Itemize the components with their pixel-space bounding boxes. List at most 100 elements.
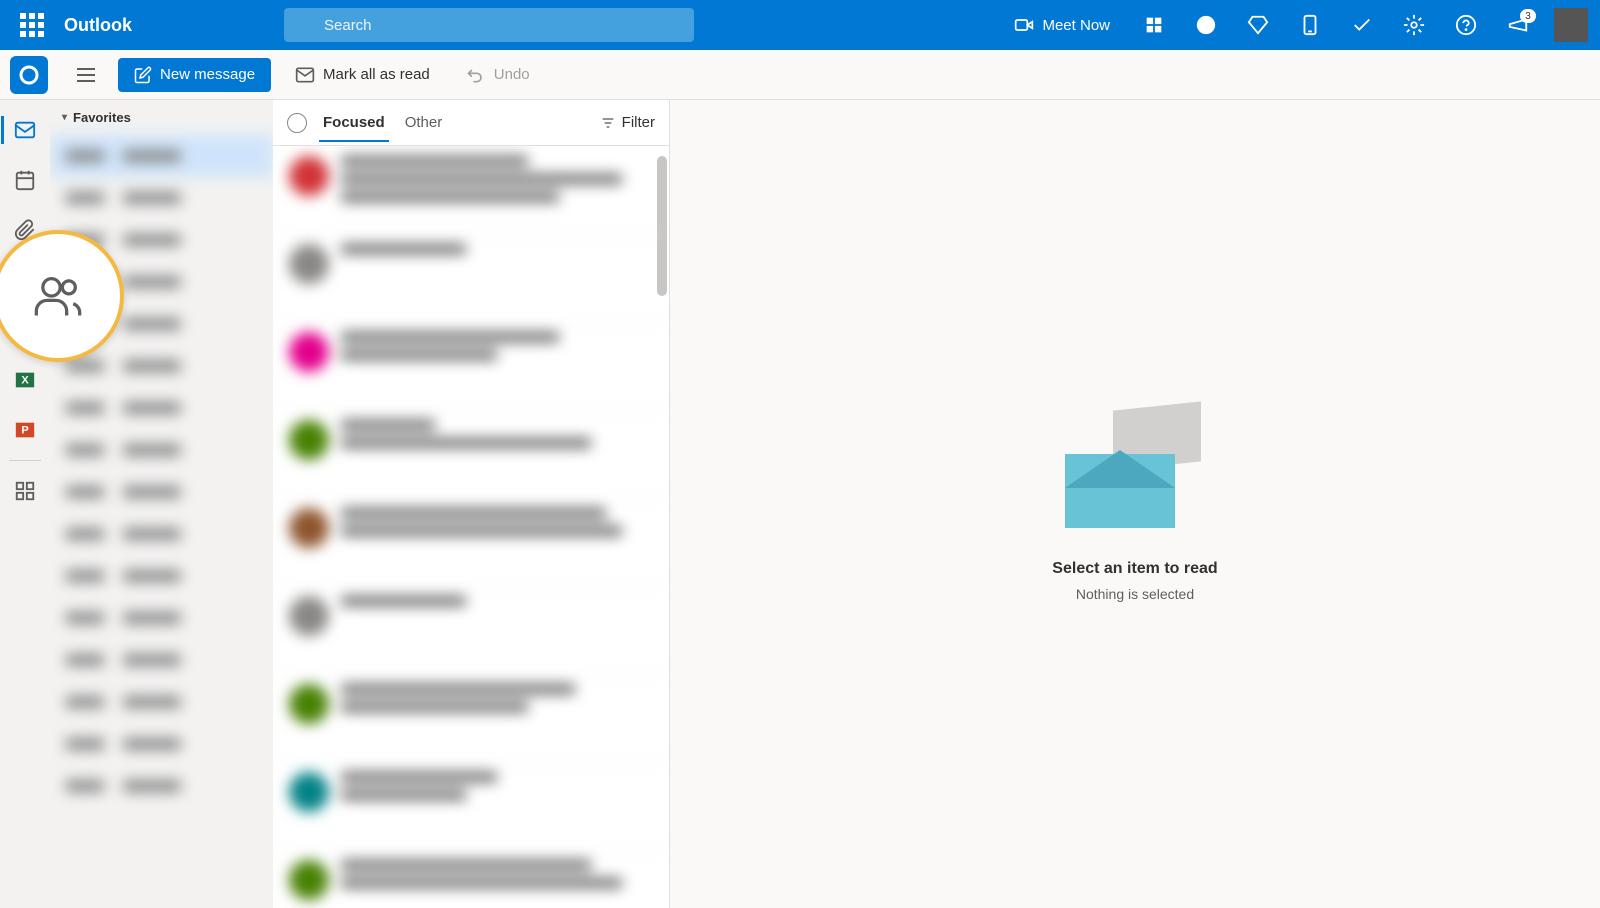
message-list-header: Focused Other Filter	[273, 100, 669, 146]
message-item[interactable]	[273, 146, 669, 234]
outlook-mobile-button[interactable]	[1286, 1, 1334, 49]
message-list-body[interactable]	[273, 146, 669, 908]
sender-avatar	[289, 508, 329, 548]
folder-item[interactable]	[50, 639, 273, 681]
help-button[interactable]	[1442, 1, 1490, 49]
folder-pane: ▾ Favorites	[50, 100, 273, 908]
empty-state-illustration	[1065, 406, 1205, 536]
rail-powerpoint[interactable]: P	[1, 406, 49, 454]
video-icon	[1014, 15, 1034, 35]
envelope-open-icon	[295, 65, 315, 85]
app-launcher-button[interactable]	[8, 1, 56, 49]
mail-icon	[14, 119, 36, 141]
message-item[interactable]	[273, 586, 669, 674]
sender-avatar	[289, 244, 329, 284]
folder-item[interactable]	[50, 513, 273, 555]
waffle-icon	[20, 13, 44, 37]
message-item[interactable]	[273, 234, 669, 322]
hamburger-icon	[77, 68, 95, 82]
diamond-icon	[1247, 14, 1269, 36]
favorites-label: Favorites	[73, 110, 131, 125]
sender-avatar	[289, 596, 329, 636]
main-layout: W X P	[0, 100, 1600, 908]
sender-avatar	[289, 772, 329, 812]
folder-item[interactable]	[50, 135, 273, 177]
undo-button[interactable]: Undo	[454, 59, 542, 91]
message-item[interactable]	[273, 674, 669, 762]
teams-icon	[1143, 14, 1165, 36]
search-input[interactable]	[284, 8, 694, 42]
app-header: Outlook Meet Now	[0, 0, 1600, 50]
sender-avatar	[289, 332, 329, 372]
left-navigation-rail: W X P	[0, 100, 50, 908]
undo-icon	[466, 65, 486, 85]
sender-avatar	[289, 860, 329, 900]
folder-item[interactable]	[50, 555, 273, 597]
settings-button[interactable]	[1390, 1, 1438, 49]
undo-label: Undo	[494, 66, 530, 83]
notification-badge: 3	[1520, 9, 1536, 23]
mobile-icon	[1299, 14, 1321, 36]
mark-all-read-button[interactable]: Mark all as read	[283, 59, 442, 91]
todo-button[interactable]	[1338, 1, 1386, 49]
rail-divider	[9, 460, 41, 461]
teams-button[interactable]	[1130, 1, 1178, 49]
svg-text:P: P	[21, 425, 28, 437]
compose-icon	[134, 66, 152, 84]
search-container	[284, 8, 694, 42]
outlook-logo	[10, 56, 48, 94]
skype-icon	[1195, 14, 1217, 36]
filter-icon	[600, 115, 616, 131]
tab-other[interactable]: Other	[401, 104, 447, 141]
message-item[interactable]	[273, 410, 669, 498]
new-message-button[interactable]: New message	[118, 58, 271, 92]
filter-label: Filter	[622, 114, 655, 131]
message-item[interactable]	[273, 322, 669, 410]
message-item[interactable]	[273, 498, 669, 586]
select-all-checkbox[interactable]	[287, 113, 307, 133]
empty-state-subtitle: Nothing is selected	[1076, 586, 1194, 602]
sender-avatar	[289, 156, 329, 196]
meet-now-label: Meet Now	[1042, 17, 1110, 34]
toggle-folder-pane-button[interactable]	[66, 55, 106, 95]
brand-title: Outlook	[64, 15, 264, 36]
message-item[interactable]	[273, 850, 669, 908]
powerpoint-icon: P	[14, 419, 36, 441]
folder-item[interactable]	[50, 765, 273, 807]
folder-item[interactable]	[50, 723, 273, 765]
folder-item[interactable]	[50, 597, 273, 639]
checkmark-icon	[1351, 14, 1373, 36]
folder-item[interactable]	[50, 471, 273, 513]
sender-avatar	[289, 420, 329, 460]
tab-focused[interactable]: Focused	[319, 104, 389, 141]
premium-button[interactable]	[1234, 1, 1282, 49]
folder-item[interactable]	[50, 177, 273, 219]
excel-icon: X	[14, 369, 36, 391]
folder-item[interactable]	[50, 681, 273, 723]
chevron-down-icon: ▾	[62, 112, 67, 123]
gear-icon	[1403, 14, 1425, 36]
new-message-label: New message	[160, 66, 255, 83]
people-icon	[32, 270, 84, 322]
favorites-header[interactable]: ▾ Favorites	[50, 100, 273, 135]
user-avatar[interactable]	[1554, 8, 1588, 42]
rail-calendar[interactable]	[1, 156, 49, 204]
folder-item[interactable]	[50, 387, 273, 429]
rail-more-apps[interactable]	[1, 467, 49, 515]
folder-item[interactable]	[50, 429, 273, 471]
filter-button[interactable]: Filter	[600, 114, 655, 131]
message-list-pane: Focused Other Filter	[273, 100, 670, 908]
sender-avatar	[289, 684, 329, 724]
skype-button[interactable]	[1182, 1, 1230, 49]
rail-mail[interactable]	[1, 106, 49, 154]
rail-excel[interactable]: X	[1, 356, 49, 404]
empty-state-title: Select an item to read	[1052, 560, 1217, 578]
meet-now-button[interactable]: Meet Now	[998, 15, 1126, 35]
calendar-icon	[14, 169, 36, 191]
message-item[interactable]	[273, 762, 669, 850]
command-toolbar: New message Mark all as read Undo	[0, 50, 1600, 100]
outlook-icon	[17, 63, 41, 87]
notifications-button[interactable]: 3	[1494, 1, 1542, 49]
header-actions: Meet Now	[998, 1, 1592, 49]
question-icon	[1455, 14, 1477, 36]
